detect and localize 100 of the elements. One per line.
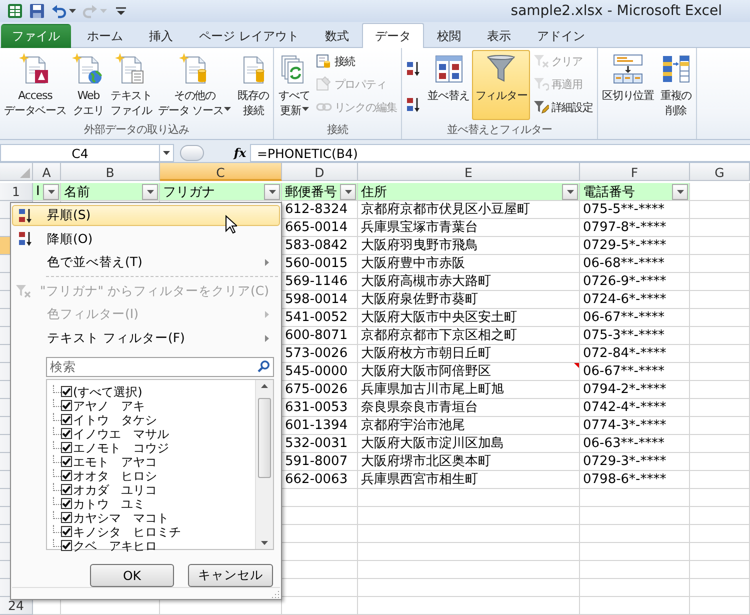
ribbon-button[interactable]: テキスト ファイル (107, 50, 156, 120)
column-header[interactable]: B (61, 163, 160, 181)
menu-item[interactable]: 降順(O) (12, 228, 280, 250)
menu-item[interactable]: 色で並べ替え(T) (12, 252, 280, 274)
table-cell: 573-0026 (285, 346, 348, 361)
scroll-down-arrow-icon (261, 540, 268, 545)
formula-field[interactable]: =PHONETIC(B4) (250, 144, 750, 162)
search-field[interactable]: 検索 (46, 356, 274, 377)
ribbon-tab[interactable]: 校閲 (424, 24, 474, 48)
table-cell: 大阪府豊中市赤阪 (361, 256, 465, 271)
table-cell: 兵庫県加古川市尾上町旭 (361, 382, 504, 397)
table-cell: 京都府京都市下京区相之町 (361, 328, 517, 343)
checkbox[interactable] (61, 512, 72, 524)
table-cell: 675-0026 (285, 382, 348, 397)
name-box-dropdown-button[interactable] (160, 144, 174, 162)
checkbox[interactable] (61, 442, 72, 454)
table-cell: 兵庫県宝塚市青葉台 (361, 220, 478, 235)
caret-icon (224, 107, 232, 111)
ribbon-button[interactable]: Web クエリ (69, 50, 108, 120)
group-label: 接続 (326, 123, 350, 138)
ribbon-tab[interactable]: アドイン (524, 24, 598, 48)
checkbox[interactable] (61, 526, 72, 538)
filter-dropdown-button[interactable] (142, 184, 158, 200)
column-header[interactable]: C (160, 163, 282, 181)
table-cell: 075-5**-**** (583, 202, 664, 217)
ribbon-button[interactable]: 接続 (313, 50, 400, 72)
column-header[interactable]: F (580, 163, 690, 181)
table-cell: 612-8324 (285, 202, 348, 217)
name-box[interactable]: C4 (0, 144, 160, 162)
app-logo-icon (7, 3, 23, 19)
split-columns-icon (612, 53, 644, 85)
header-label: 住所 (361, 184, 387, 200)
table-cell: 545-0000 (285, 364, 348, 379)
caret-icon (344, 190, 352, 194)
ribbon-button[interactable]: その他の データ ソース (155, 50, 234, 120)
checkbox[interactable] (61, 456, 72, 468)
ribbon-button[interactable]: Access データベース (1, 50, 70, 120)
checkbox[interactable] (61, 428, 72, 440)
ribbon-button[interactable]: 既存の 接続 (234, 50, 272, 120)
caret-icon (302, 107, 309, 111)
filter-dropdown-button[interactable] (562, 184, 578, 200)
caret-icon (163, 151, 170, 155)
table-cell: 600-8071 (285, 328, 348, 343)
menu-item[interactable]: テキスト フィルター(F) (12, 327, 280, 349)
filter-dropdown-button[interactable] (672, 184, 688, 200)
ribbon-tab[interactable]: ページ レイアウト (186, 24, 312, 48)
corner-triangle-icon (20, 168, 30, 178)
cancel-button[interactable]: キャンセル (188, 564, 273, 587)
header-label: 電話番号 (583, 184, 635, 200)
list-item-label: エノモト コウジ (73, 440, 169, 455)
ribbon-button[interactable]: 詳細設定 (530, 96, 596, 118)
table-cell: 560-0015 (285, 256, 348, 271)
ribbon-tab[interactable]: 数式 (312, 24, 362, 48)
row-header[interactable]: 1 (0, 183, 33, 201)
checkbox[interactable] (61, 498, 72, 510)
checkbox[interactable] (61, 400, 72, 412)
table-cell: 0798-6*-**** (583, 472, 666, 487)
table-cell: 591-8007 (285, 454, 348, 469)
scrollbar[interactable] (255, 380, 273, 549)
caret-icon (146, 190, 154, 194)
ribbon-tab[interactable]: 挿入 (136, 24, 186, 48)
ribbon-tab[interactable]: データ (362, 23, 424, 48)
checkbox[interactable] (61, 484, 72, 496)
table-cell: 0729-3*-**** (583, 454, 666, 469)
table-cell: 06-67**-**** (583, 310, 664, 325)
ok-button[interactable]: OK (90, 564, 174, 587)
menu-item[interactable]: 昇順(S) (12, 205, 280, 226)
properties-icon (316, 76, 332, 92)
clear-filter-icon (14, 283, 31, 300)
table-cell: 665-0014 (285, 220, 348, 235)
ribbon-button[interactable]: 区切り位置 (598, 50, 657, 120)
header-label: I (36, 184, 40, 199)
table-cell: 075-3**-**** (583, 328, 664, 343)
table-cell: 06-67**-**** (583, 364, 664, 379)
column-header[interactable]: E (358, 163, 580, 181)
ribbon-button[interactable]: すべて 更新 (275, 50, 314, 120)
redo-icon (82, 3, 98, 19)
column-header[interactable]: G (690, 163, 750, 181)
ribbon-tab[interactable]: 表示 (474, 24, 524, 48)
filter-dropdown-button[interactable] (43, 184, 59, 200)
ribbon-button[interactable]: フィルター (472, 50, 530, 120)
column-header[interactable]: D (282, 163, 358, 181)
ribbon-button[interactable]: 並べ替え (424, 50, 472, 120)
ribbon-tab[interactable]: ファイル (1, 24, 71, 48)
filter-dropdown-button[interactable] (264, 184, 280, 200)
ribbon-tab[interactable]: ホーム (74, 24, 136, 48)
insert-function-button[interactable]: fx (230, 144, 250, 162)
list-item-label: オカダ ユリコ (73, 482, 157, 497)
checkbox[interactable] (61, 386, 72, 398)
checkbox[interactable] (61, 470, 72, 482)
list-item-label: カヤシマ マコト (73, 510, 169, 525)
ribbon-button[interactable]: 重複の 削除 (656, 50, 695, 120)
table-cell: 大阪府大阪市阿倍野区 (361, 364, 491, 379)
checkbox[interactable] (61, 540, 72, 552)
checkbox[interactable] (61, 414, 72, 426)
table-cell: 0797-8*-**** (583, 220, 666, 235)
resize-handle[interactable] (180, 145, 204, 161)
sort-ascending-icon (406, 61, 422, 77)
column-header[interactable]: A (33, 163, 61, 181)
filter-dropdown-button[interactable] (340, 184, 356, 200)
